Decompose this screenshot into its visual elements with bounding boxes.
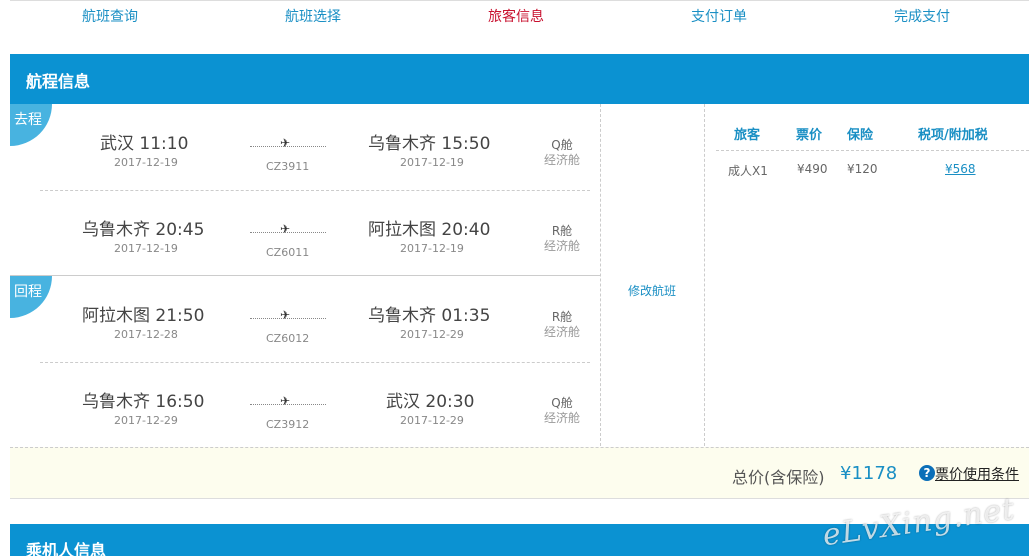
flight-segment: 乌鲁木齐 20:45 2017-12-19 ✈ CZ6011 阿拉木图 20:4… (10, 190, 600, 276)
cabin-code: R舱 (551, 224, 573, 238)
cabin-code: Q舱 (551, 396, 573, 410)
total-price-value: ¥1178 (840, 463, 898, 484)
itinerary-panel: 去程 回程 武汉 11:10 2017-12-19 ✈ CZ3911 乌鲁木齐 … (10, 104, 1029, 446)
arrival-city-time: 乌鲁木齐 01:35 (368, 306, 491, 326)
fare-tax-link[interactable]: ¥568 (945, 162, 976, 176)
route-line (250, 232, 326, 233)
flight-number: CZ6012 (266, 332, 310, 345)
arrival-date: 2017-12-19 (400, 242, 464, 255)
airplane-icon: ✈ (280, 308, 291, 322)
departure-date: 2017-12-19 (114, 242, 178, 255)
step-passenger-info[interactable]: 旅客信息 (488, 6, 544, 26)
divider (704, 104, 705, 446)
route-line (250, 146, 326, 147)
cabin-class: 经济舱 (544, 325, 581, 339)
flight-segment: 乌鲁木齐 16:50 2017-12-29 ✈ CZ3912 武汉 20:30 … (10, 362, 600, 448)
passenger-info-title: 乘机人信息 (26, 541, 107, 556)
departure-date: 2017-12-29 (114, 414, 178, 427)
arrival-date: 2017-12-29 (400, 328, 464, 341)
fare-rules-link[interactable]: 票价使用条件 (935, 464, 1019, 484)
fare-header-insurance: 保险 (847, 128, 874, 143)
fare-header-price: 票价 (796, 128, 823, 143)
fare-ticket-price: ¥490 (797, 162, 828, 176)
question-icon[interactable]: ? (919, 465, 935, 481)
route-line (250, 318, 326, 319)
modify-flight-link[interactable]: 修改航班 (628, 282, 676, 299)
fare-insurance: ¥120 (847, 162, 878, 176)
departure-city-time: 武汉 11:10 (100, 134, 189, 154)
airplane-icon: ✈ (280, 394, 291, 408)
flight-number: CZ3911 (266, 160, 310, 173)
arrival-date: 2017-12-19 (400, 156, 464, 169)
cabin-code: R舱 (551, 310, 573, 324)
cabin-info: Q舱 经济舱 (544, 138, 580, 168)
arrival-date: 2017-12-29 (400, 414, 464, 427)
cabin-info: R舱 经济舱 (544, 310, 580, 340)
cabin-info: Q舱 经济舱 (544, 396, 580, 426)
arrival-city-time: 阿拉木图 20:40 (368, 220, 491, 240)
step-flight-search[interactable]: 航班查询 (82, 6, 138, 26)
cabin-code: Q舱 (551, 138, 573, 152)
arrival-city-time: 乌鲁木齐 15:50 (368, 134, 491, 154)
flight-segment: 武汉 11:10 2017-12-19 ✈ CZ3911 乌鲁木齐 15:50 … (10, 104, 600, 190)
itinerary-title: 航程信息 (26, 72, 91, 91)
flight-number: CZ3912 (266, 418, 310, 431)
itinerary-banner: 航程信息 (10, 54, 1029, 104)
departure-date: 2017-12-28 (114, 328, 178, 341)
fare-passenger-type: 成人X1 (728, 164, 768, 178)
flight-number: CZ6011 (266, 246, 310, 259)
divider (600, 104, 601, 446)
fare-header-passenger: 旅客 (734, 128, 761, 143)
cabin-class: 经济舱 (544, 239, 581, 253)
airplane-icon: ✈ (280, 136, 291, 150)
step-flight-select[interactable]: 航班选择 (285, 6, 341, 26)
cabin-class: 经济舱 (544, 411, 581, 425)
departure-city-time: 乌鲁木齐 16:50 (82, 392, 205, 412)
total-price-label: 总价(含保险) (732, 468, 825, 487)
progress-steps: 航班查询 航班选择 旅客信息 支付订单 完成支付 (10, 0, 1029, 30)
cabin-class: 经济舱 (544, 153, 581, 167)
step-pay-order[interactable]: 支付订单 (691, 6, 747, 26)
arrival-city-time: 武汉 20:30 (386, 392, 475, 412)
departure-city-time: 乌鲁木齐 20:45 (82, 220, 205, 240)
route-line (250, 404, 326, 405)
cabin-info: R舱 经济舱 (544, 224, 580, 254)
flight-segment: 阿拉木图 21:50 2017-12-28 ✈ CZ6012 乌鲁木齐 01:3… (10, 276, 600, 362)
airplane-icon: ✈ (280, 222, 291, 236)
fare-header-tax: 税项/附加税 (918, 128, 988, 143)
step-complete-payment[interactable]: 完成支付 (894, 6, 950, 26)
divider (716, 150, 1029, 151)
departure-date: 2017-12-19 (114, 156, 178, 169)
departure-city-time: 阿拉木图 21:50 (82, 306, 205, 326)
total-price-bar: 总价(含保险) ¥1178 ? 票价使用条件 (10, 447, 1029, 499)
